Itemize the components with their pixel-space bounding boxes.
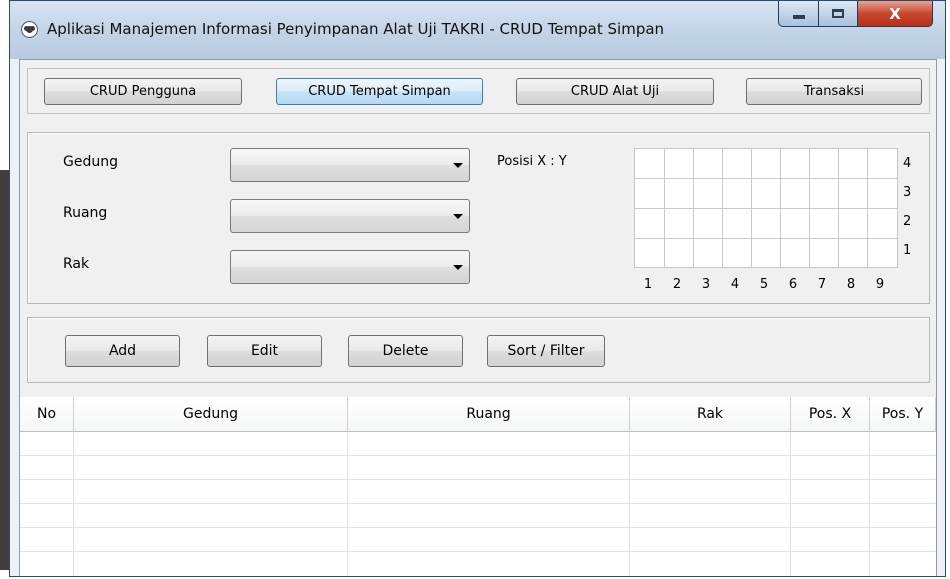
rak-label: Rak bbox=[63, 256, 90, 272]
maximize-icon bbox=[832, 9, 844, 18]
ruang-label: Ruang bbox=[63, 205, 108, 221]
table-row[interactable] bbox=[20, 504, 936, 528]
ruang-dropdown[interactable] bbox=[230, 199, 470, 233]
window-title: Aplikasi Manajemen Informasi Penyimpanan… bbox=[47, 20, 665, 38]
posisi-label: Posisi X : Y bbox=[497, 154, 567, 169]
grid-line bbox=[635, 178, 897, 179]
title-bar[interactable]: Aplikasi Manajemen Informasi Penyimpanan… bbox=[10, 1, 945, 59]
minimize-button[interactable] bbox=[778, 1, 819, 27]
table-row[interactable] bbox=[20, 432, 936, 456]
data-table[interactable]: No Gedung Ruang Rak Pos. X Pos. Y bbox=[20, 397, 936, 576]
column-header-gedung[interactable]: Gedung bbox=[74, 397, 348, 432]
dropdown-arrow-icon bbox=[453, 214, 463, 219]
crud-pengguna-button[interactable]: CRUD Pengguna bbox=[44, 78, 242, 105]
grid-y-label: 2 bbox=[903, 214, 912, 229]
grid-line bbox=[635, 238, 897, 239]
dropdown-arrow-icon bbox=[453, 163, 463, 168]
column-header-no[interactable]: No bbox=[20, 397, 74, 432]
grid-x-label: 2 bbox=[672, 277, 682, 292]
column-divider bbox=[869, 432, 870, 576]
close-icon: X bbox=[889, 4, 901, 23]
table-row[interactable] bbox=[20, 456, 936, 480]
grid-y-label: 4 bbox=[903, 156, 912, 171]
table-row[interactable] bbox=[20, 480, 936, 504]
main-window: Aplikasi Manajemen Informasi Penyimpanan… bbox=[9, 0, 946, 577]
grid-x-label: 1 bbox=[643, 277, 653, 292]
column-header-ruang[interactable]: Ruang bbox=[348, 397, 630, 432]
grid-x-label: 6 bbox=[788, 277, 798, 292]
grid-x-label: 4 bbox=[730, 277, 740, 292]
column-header-pos-y[interactable]: Pos. Y bbox=[870, 397, 936, 432]
column-header-rak[interactable]: Rak bbox=[630, 397, 791, 432]
maximize-button[interactable] bbox=[818, 1, 858, 27]
background-window-edge bbox=[0, 170, 9, 570]
column-divider bbox=[790, 432, 791, 576]
position-grid[interactable] bbox=[634, 148, 898, 268]
gedung-dropdown[interactable] bbox=[230, 148, 470, 182]
grid-y-label: 1 bbox=[903, 243, 912, 258]
rak-dropdown[interactable] bbox=[230, 250, 470, 284]
paw-app-icon bbox=[21, 21, 38, 38]
grid-x-label: 9 bbox=[875, 277, 885, 292]
transaksi-button[interactable]: Transaksi bbox=[746, 78, 922, 105]
grid-y-label: 3 bbox=[903, 185, 912, 200]
grid-x-label: 7 bbox=[817, 277, 827, 292]
sort-filter-button[interactable]: Sort / Filter bbox=[487, 335, 605, 367]
grid-line bbox=[635, 208, 897, 209]
column-divider bbox=[629, 432, 630, 576]
gedung-label: Gedung bbox=[63, 154, 118, 170]
table-row[interactable] bbox=[20, 528, 936, 552]
column-divider bbox=[73, 432, 74, 576]
delete-button[interactable]: Delete bbox=[348, 335, 463, 367]
minimize-icon bbox=[792, 14, 805, 19]
edit-button[interactable]: Edit bbox=[207, 335, 322, 367]
crud-alat-uji-button[interactable]: CRUD Alat Uji bbox=[516, 78, 714, 105]
add-button[interactable]: Add bbox=[65, 335, 180, 367]
dropdown-arrow-icon bbox=[453, 265, 463, 270]
grid-x-label: 3 bbox=[701, 277, 711, 292]
client-area: CRUD Pengguna CRUD Tempat Simpan CRUD Al… bbox=[19, 59, 937, 576]
column-header-pos-x[interactable]: Pos. X bbox=[791, 397, 870, 432]
nav-panel: CRUD Pengguna CRUD Tempat Simpan CRUD Al… bbox=[27, 68, 930, 114]
crud-tempat-simpan-button[interactable]: CRUD Tempat Simpan bbox=[276, 78, 483, 105]
close-button[interactable]: X bbox=[857, 1, 933, 27]
grid-x-label: 8 bbox=[846, 277, 856, 292]
grid-x-label: 5 bbox=[759, 277, 769, 292]
column-divider bbox=[347, 432, 348, 576]
